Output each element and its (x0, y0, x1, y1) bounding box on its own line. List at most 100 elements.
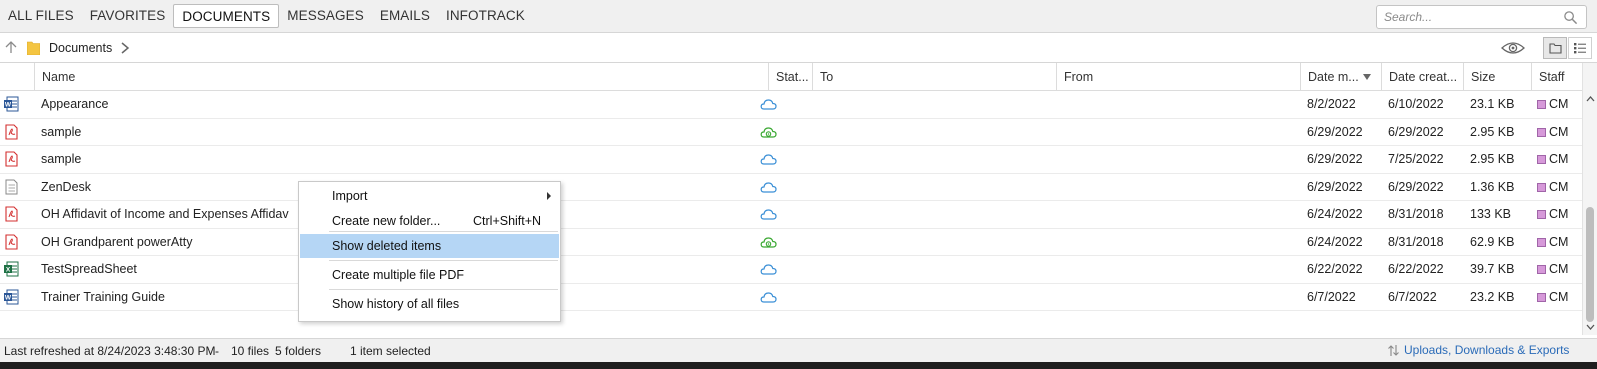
folder-icon (27, 41, 40, 55)
table-row[interactable]: ZenDesk 6/29/2022 6/29/2022 1.36 KB CM (0, 174, 1582, 201)
staff-initials: CM (1549, 97, 1569, 111)
pdf-icon (5, 206, 18, 222)
list-view-button[interactable] (1568, 37, 1592, 59)
taskbar-edge (0, 362, 1597, 369)
svg-text:W: W (5, 294, 12, 301)
file-size: 2.95 KB (1470, 152, 1515, 166)
tab-infotrack[interactable]: INFOTRACK (438, 4, 533, 28)
cloud-synced-icon (760, 126, 777, 138)
vertical-scrollbar[interactable] (1582, 63, 1597, 335)
file-staff: CM (1537, 256, 1582, 283)
table-row[interactable]: OH Grandparent powerAtty 6/24/2022 8/31/20… (0, 229, 1582, 256)
svg-text:X: X (6, 267, 11, 274)
file-date-modified: 6/7/2022 (1307, 289, 1356, 304)
pdf-icon (5, 151, 18, 167)
table-row[interactable]: X TestSpreadSheet 6/22/2022 6/22/2022 39.7 K… (0, 256, 1582, 284)
file-to (819, 146, 1049, 173)
file-staff: CM (1537, 229, 1582, 256)
staff-color-marker (1537, 127, 1546, 137)
tab-list: ALL FILES FAVORITES DOCUMENTS MESSAGES EMAIL… (0, 4, 533, 28)
scrollbar-thumb[interactable] (1586, 207, 1594, 322)
upload-download-icon[interactable] (1387, 344, 1400, 357)
file-date-created: 8/31/2018 (1388, 234, 1444, 249)
search-input[interactable] (1377, 6, 1547, 28)
breadcrumb-documents[interactable]: Documents (49, 41, 112, 55)
menu-item-show-history-of-all-files[interactable]: Show history of all files (300, 292, 559, 316)
staff-color-marker (1537, 182, 1546, 192)
file-date-created: 6/29/2022 (1388, 179, 1444, 194)
search-icon[interactable] (1563, 10, 1578, 25)
arrow-up-icon[interactable] (4, 40, 18, 54)
status-bar: Last refreshed at 8/24/2023 3:48:30 PM -… (0, 338, 1597, 362)
file-to (819, 91, 1049, 118)
menu-item-create-multiple-file-pdf[interactable]: Create multiple file PDF (300, 263, 559, 287)
folder-view-button[interactable] (1543, 37, 1567, 59)
file-to (819, 256, 1049, 283)
column-staff[interactable]: Staff (1531, 63, 1582, 91)
tab-messages[interactable]: MESSAGES (279, 4, 372, 28)
folder-count: 5 folders (275, 344, 322, 358)
file-size: 62.9 KB (1470, 234, 1515, 249)
uploads-downloads-link[interactable]: Uploads, Downloads & Exports (1404, 343, 1569, 357)
scroll-down-icon[interactable] (1586, 323, 1595, 331)
staff-color-marker (1537, 265, 1546, 274)
staff-initials: CM (1549, 207, 1569, 221)
staff-color-marker (1537, 210, 1546, 219)
column-status[interactable]: Stat... (768, 63, 812, 91)
menu-separator (329, 289, 558, 290)
file-from (1063, 256, 1293, 283)
menu-item-label: Create multiple file PDF (332, 268, 464, 282)
file-name: sample (41, 152, 82, 166)
eye-icon[interactable] (1500, 39, 1526, 57)
folder-outline-icon (1549, 43, 1562, 54)
tab-all-files[interactable]: ALL FILES (0, 4, 82, 28)
file-to (819, 119, 1049, 146)
column-name[interactable]: Name (34, 63, 768, 91)
staff-color-marker (1537, 100, 1546, 109)
menu-item-show-deleted-items[interactable]: Show deleted items (300, 234, 559, 258)
file-from (1063, 284, 1293, 311)
menu-separator (329, 231, 558, 232)
menu-item-create-new-folder[interactable]: Create new folder... Ctrl+Shift+N (300, 209, 559, 233)
staff-initials: CM (1549, 179, 1569, 194)
file-date-created: 7/25/2022 (1388, 152, 1444, 166)
column-date-created[interactable]: Date creat... (1381, 63, 1463, 91)
tab-emails[interactable]: EMAILS (372, 4, 438, 28)
file-name: Appearance (41, 97, 109, 111)
column-date-modified[interactable]: Date m... (1300, 63, 1381, 91)
column-size[interactable]: Size (1463, 63, 1531, 91)
cloud-icon (760, 181, 777, 193)
table-row[interactable]: sample 6/29/2022 7/25/2022 2.95 KB CM (0, 146, 1582, 174)
search-box[interactable] (1376, 5, 1587, 29)
file-from (1063, 119, 1293, 146)
table-row[interactable]: OH Affidavit of Income and Expenses Affi… (0, 201, 1582, 229)
column-from[interactable]: From (1056, 63, 1300, 91)
table-row[interactable]: W Trainer Training Guide 6/7/2022 6/7/2022 2… (0, 284, 1582, 311)
staff-color-marker (1537, 237, 1546, 247)
file-staff: CM (1537, 91, 1582, 118)
scroll-up-icon[interactable] (1586, 95, 1595, 103)
cloud-synced-icon (760, 236, 777, 248)
sort-descending-icon (1363, 74, 1371, 80)
menu-item-label: Show history of all files (332, 297, 460, 311)
file-staff: CM (1537, 119, 1582, 146)
file-size: 2.95 KB (1470, 124, 1515, 139)
staff-color-marker (1537, 292, 1546, 302)
file-size: 39.7 KB (1470, 262, 1515, 276)
status-separator: - (215, 344, 219, 358)
column-to[interactable]: To (812, 63, 1056, 91)
file-staff: CM (1537, 201, 1582, 228)
svg-text:W: W (5, 102, 12, 109)
table-row[interactable]: sample 6/29/2022 6/29/2022 2.95 KB CM (0, 119, 1582, 146)
menu-item-label: Import (332, 189, 368, 203)
file-date-modified: 6/22/2022 (1307, 262, 1363, 276)
cloud-icon (760, 209, 777, 220)
tab-documents[interactable]: DOCUMENTS (173, 4, 280, 28)
pdf-icon (5, 233, 18, 250)
staff-initials: CM (1549, 234, 1569, 249)
table-row[interactable]: W Appearance 8/2/2022 6/10/2022 23.1 KB CM (0, 91, 1582, 119)
menu-item-import[interactable]: Import (300, 184, 559, 208)
column-date-modified-label: Date m... (1308, 70, 1359, 84)
chevron-right-icon[interactable] (120, 41, 130, 55)
tab-favorites[interactable]: FAVORITES (82, 4, 174, 28)
